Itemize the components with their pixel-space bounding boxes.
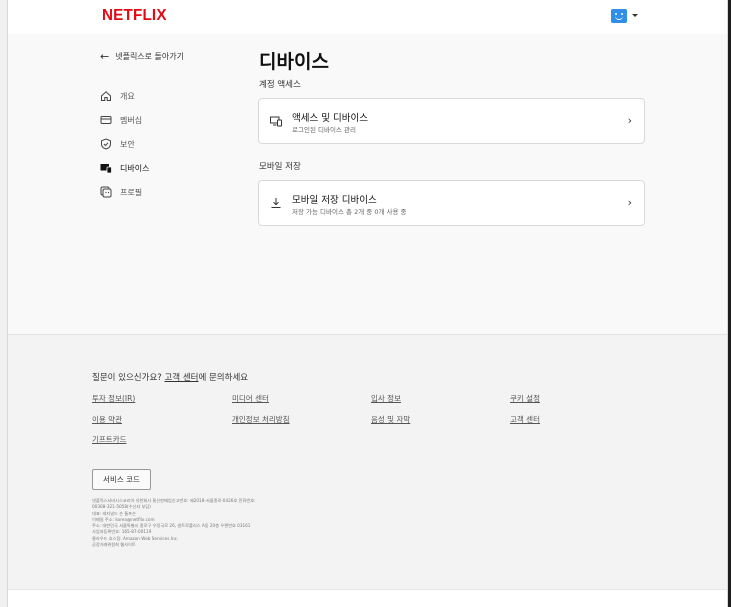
chevron-right-icon: › (627, 196, 632, 209)
footer-link[interactable]: 입사 정보 (371, 393, 401, 404)
back-to-netflix-link[interactable]: ← 넷플릭스로 돌아가기 (100, 51, 184, 62)
legal-line[interactable]: 공정거래위원회 웹사이트 (92, 542, 452, 548)
footer-link[interactable]: 이용 약관 (92, 414, 122, 425)
download-icon (270, 197, 282, 209)
card-subtitle: 저장 가능 디바이스 총 2개 중 0개 사용 중 (292, 208, 407, 216)
sidebar-item-label: 보안 (120, 139, 135, 149)
top-header: NETFLIX (8, 0, 727, 34)
sidebar-item-label: 개요 (120, 91, 135, 101)
browser-edge-left (0, 0, 7, 607)
chevron-right-icon: › (627, 114, 632, 127)
caret-down-icon[interactable] (632, 14, 638, 17)
footer-question-suffix: 에 문의하세요 (198, 373, 249, 383)
device-monitor-icon (270, 115, 282, 127)
sidebar-item-label: 멤버십 (120, 115, 143, 125)
bottom-strip (8, 589, 727, 607)
sidebar-item-label: 디바이스 (120, 163, 150, 173)
sidebar-item-membership[interactable]: 멤버십 (100, 108, 149, 132)
card-icon (100, 114, 112, 126)
home-icon (100, 90, 112, 102)
contact-customer-center-link[interactable]: 고객 센터 (164, 373, 198, 383)
sidebar-item-devices[interactable]: 디바이스 (100, 156, 149, 180)
service-code-button[interactable]: 서비스 코드 (92, 469, 151, 490)
sidebar-nav: 개요 멤버십 보안 디바이스 프로필 (100, 84, 149, 204)
card-title: 모바일 저장 디바이스 (292, 195, 377, 206)
back-link-label: 넷플릭스로 돌아가기 (115, 52, 185, 61)
devices-icon (100, 162, 112, 174)
footer-link[interactable]: 음성 및 자막 (371, 414, 410, 425)
account-main: ← 넷플릭스로 돌아가기 개요 멤버십 보안 디바이스 프로필 디바이스 계정 … (8, 34, 727, 334)
page-title: 디바이스 (259, 51, 329, 73)
footer-question-prefix: 질문이 있으신가요? (92, 373, 165, 383)
shield-icon (100, 138, 112, 150)
section-label-mobile-downloads: 모바일 저장 (259, 162, 301, 172)
sidebar-item-profiles[interactable]: 프로필 (100, 180, 149, 204)
card-title: 액세스 및 디바이스 (292, 113, 368, 124)
section-label-account-access: 계정 액세스 (259, 80, 301, 90)
netflix-logo[interactable]: NETFLIX (102, 7, 167, 25)
footer-link[interactable]: 미디어 센터 (232, 393, 269, 404)
profiles-icon (100, 186, 112, 198)
footer-link[interactable]: 개인정보 처리방침 (232, 414, 290, 425)
sidebar-item-security[interactable]: 보안 (100, 132, 149, 156)
footer-link[interactable]: 기프트카드 (92, 434, 127, 445)
page-frame: NETFLIX ← 넷플릭스로 돌아가기 개요 멤버십 보안 디바이스 프로필 … (7, 0, 728, 607)
mobile-download-devices-card[interactable]: 모바일 저장 디바이스 저장 가능 디바이스 총 2개 중 0개 사용 중 › (258, 180, 645, 226)
legal-info: 넷플릭스서비시스코리아 유한회사 통신판매업신고번호: 제2018-서울종로-0… (92, 498, 452, 548)
arrow-left-icon: ← (100, 50, 110, 63)
access-and-devices-card[interactable]: 액세스 및 디바이스 로그인된 디바이스 관리 › (258, 98, 645, 144)
footer-link[interactable]: 쿠키 설정 (510, 393, 540, 404)
footer-question: 질문이 있으신가요? 고객 센터에 문의하세요 (92, 371, 248, 383)
sidebar-item-label: 프로필 (120, 187, 143, 197)
sidebar-item-overview[interactable]: 개요 (100, 84, 149, 108)
footer-link[interactable]: 고객 센터 (510, 414, 540, 425)
card-subtitle: 로그인된 디바이스 관리 (292, 126, 356, 134)
profile-avatar-icon[interactable] (611, 9, 627, 23)
site-footer: 질문이 있으신가요? 고객 센터에 문의하세요 투자 정보(IR) 미디어 센터… (8, 334, 727, 589)
footer-link[interactable]: 투자 정보(IR) (92, 393, 135, 404)
